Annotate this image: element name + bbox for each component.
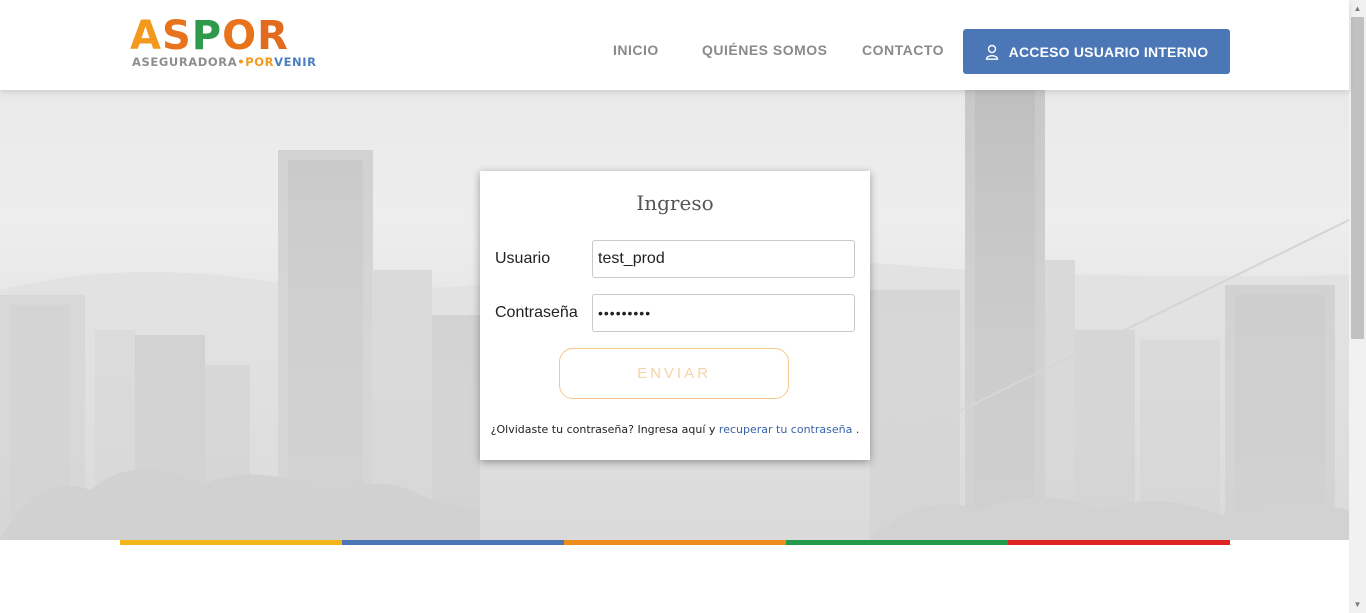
forgot-password-suffix: . <box>855 423 860 436</box>
stripe-red <box>1008 540 1230 545</box>
nav-inicio[interactable]: INICIO <box>613 42 659 58</box>
site-header: ASPOR ASEGURADORA•PORVENIR INICIO QUIÉNE… <box>0 0 1349 90</box>
recover-password-link[interactable]: recuperar tu contraseña <box>719 423 852 436</box>
aspor-logo[interactable]: ASPOR ASEGURADORA•PORVENIR <box>130 14 362 72</box>
scroll-down-arrow-icon[interactable]: ▼ <box>1353 600 1362 609</box>
stripe-blue <box>342 540 564 545</box>
nav-contacto[interactable]: CONTACTO <box>862 42 944 58</box>
scroll-up-arrow-icon[interactable]: ▲ <box>1353 4 1362 13</box>
forgot-password-text: ¿Olvidaste tu contraseña? Ingresa aquí y… <box>480 423 870 436</box>
internal-user-access-button[interactable]: ACCESO USUARIO INTERNO <box>963 29 1230 74</box>
username-label: Usuario <box>495 250 551 267</box>
password-input[interactable]: ••••••••• <box>592 294 855 332</box>
submit-button[interactable]: ENVIAR <box>559 348 789 399</box>
login-title: Ingreso <box>636 191 714 215</box>
page-scrollbar[interactable]: ▲ ▼ <box>1349 0 1366 613</box>
username-input[interactable]: test_prod <box>592 240 855 278</box>
password-label: Contraseña <box>495 304 578 321</box>
logo-wordmark: ASPOR <box>130 13 289 59</box>
stripe-green <box>786 540 1008 545</box>
stripe-orange <box>564 540 786 545</box>
user-icon <box>985 44 998 60</box>
internal-user-access-label: ACCESO USUARIO INTERNO <box>1008 43 1209 60</box>
login-card: Ingreso Usuario test_prod Contraseña •••… <box>480 171 870 460</box>
stripe-yellow <box>120 540 342 545</box>
logo-subtitle: ASEGURADORA•PORVENIR <box>132 55 317 69</box>
scrollbar-thumb[interactable] <box>1351 17 1364 339</box>
forgot-password-prefix: ¿Olvidaste tu contraseña? Ingresa aquí y <box>490 423 716 436</box>
nav-quienes-somos[interactable]: QUIÉNES SOMOS <box>702 42 828 58</box>
